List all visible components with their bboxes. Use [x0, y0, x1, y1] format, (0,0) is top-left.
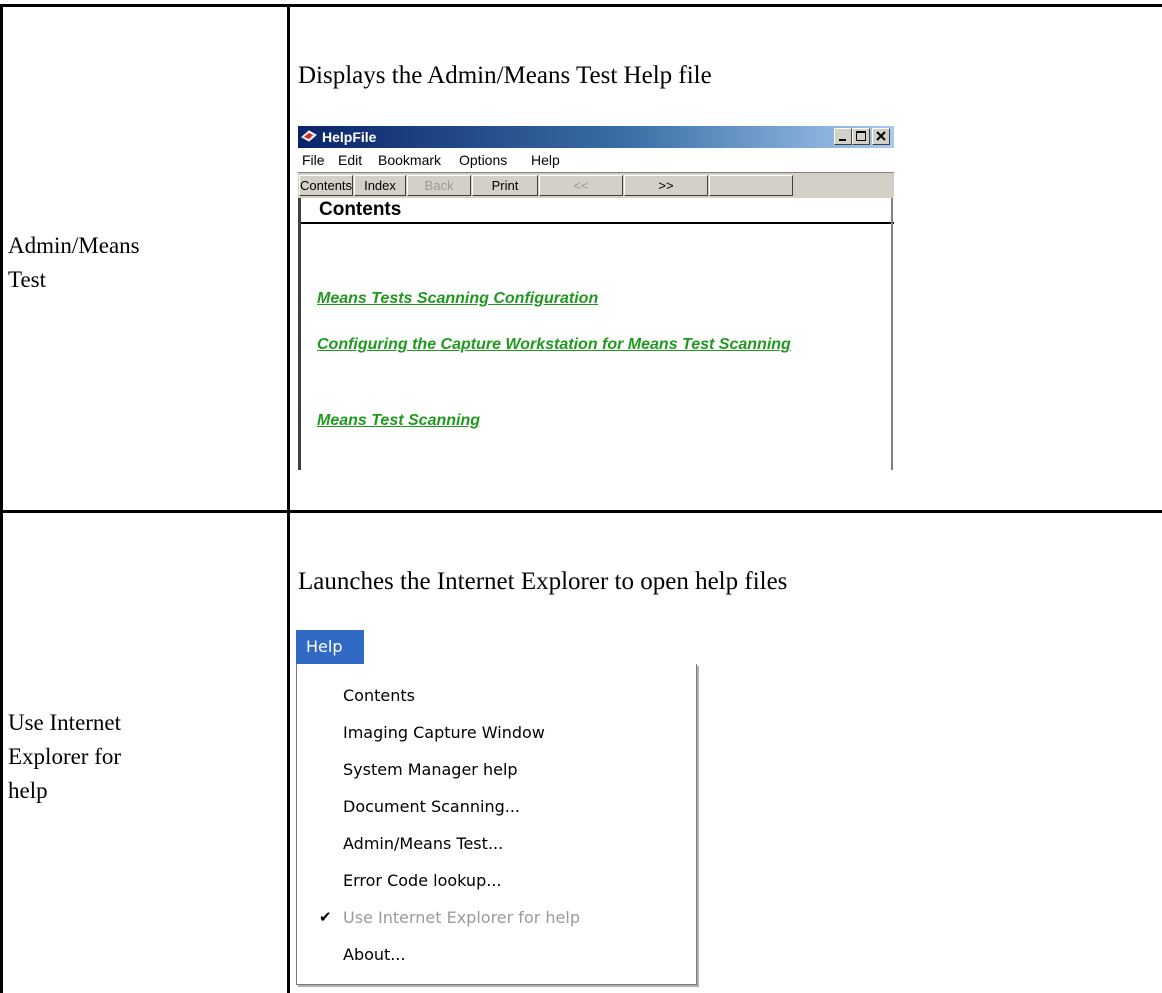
toolbar-print-button[interactable]: Print [472, 175, 538, 196]
menu-item-contents[interactable]: Contents [343, 686, 415, 705]
menu-item-use-internet-explorer[interactable]: Use Internet Explorer for help [343, 908, 580, 927]
table-left-border [0, 4, 3, 993]
menu-bookmark[interactable]: Bookmark [378, 152, 441, 168]
row-label-use-internet-explorer: Use Internet Explorer for help [8, 710, 122, 803]
checkmark-icon: ✔ [319, 908, 332, 926]
link-configuring-capture-workstation[interactable]: Configuring the Capture Workstation for … [317, 336, 877, 354]
link-means-test-scanning[interactable]: Means Test Scanning [317, 412, 480, 430]
toolbar-next-button[interactable]: >> [624, 175, 708, 196]
menu-item-system-manager-help[interactable]: System Manager help [343, 760, 518, 779]
table-row-divider [0, 510, 1162, 513]
helpfile-right-edge [891, 198, 893, 470]
helpfile-menu-bar: File Edit Bookmark Options Help [298, 148, 894, 172]
row-label-admin-means-test: Admin/Means Test [8, 233, 140, 292]
minimize-button[interactable] [834, 128, 852, 145]
help-menu-header[interactable]: Help [296, 630, 364, 664]
menu-item-about[interactable]: About... [343, 945, 406, 964]
minimize-icon [839, 139, 846, 141]
helpfile-content: Contents Means Tests Scanning Configurat… [298, 198, 894, 470]
menu-item-admin-means-test[interactable]: Admin/Means Test... [343, 834, 503, 853]
book-icon [301, 130, 317, 142]
row-description-admin-means-test: Displays the Admin/Means Test Help file [298, 62, 712, 89]
toolbar-contents-button[interactable]: Contents [299, 175, 353, 196]
maximize-icon [856, 131, 866, 141]
toolbar-index-button[interactable]: Index [354, 175, 406, 196]
close-icon [876, 131, 886, 141]
menu-item-imaging-capture-window[interactable]: Imaging Capture Window [343, 723, 545, 742]
row-description-use-internet-explorer: Launches the Internet Explorer to open h… [298, 568, 788, 595]
helpfile-window: HelpFile File Edit Bookmark Options Help… [298, 126, 894, 470]
menu-options[interactable]: Options [459, 152, 507, 168]
menu-item-document-scanning[interactable]: Document Scanning... [343, 797, 520, 816]
toolbar-blank-button [709, 175, 793, 196]
help-menu-dropdown: Contents Imaging Capture Window System M… [296, 664, 697, 985]
menu-help[interactable]: Help [531, 152, 560, 168]
toolbar-back-button[interactable]: Back [407, 175, 471, 196]
close-button[interactable] [872, 128, 890, 145]
helpfile-title-bar: HelpFile [298, 126, 894, 148]
menu-file[interactable]: File [302, 152, 325, 168]
menu-edit[interactable]: Edit [338, 152, 362, 168]
maximize-button[interactable] [852, 128, 870, 145]
helpfile-title: HelpFile [322, 129, 377, 145]
table-column-divider [287, 4, 290, 993]
table-top-border [0, 4, 1162, 7]
link-means-tests-scanning-configuration[interactable]: Means Tests Scanning Configuration [317, 290, 598, 308]
helpfile-toolbar: Contents Index Back Print << >> [298, 172, 894, 198]
contents-heading: Contents [301, 198, 894, 224]
toolbar-previous-button[interactable]: << [539, 175, 623, 196]
menu-item-error-code-lookup[interactable]: Error Code lookup... [343, 871, 501, 890]
